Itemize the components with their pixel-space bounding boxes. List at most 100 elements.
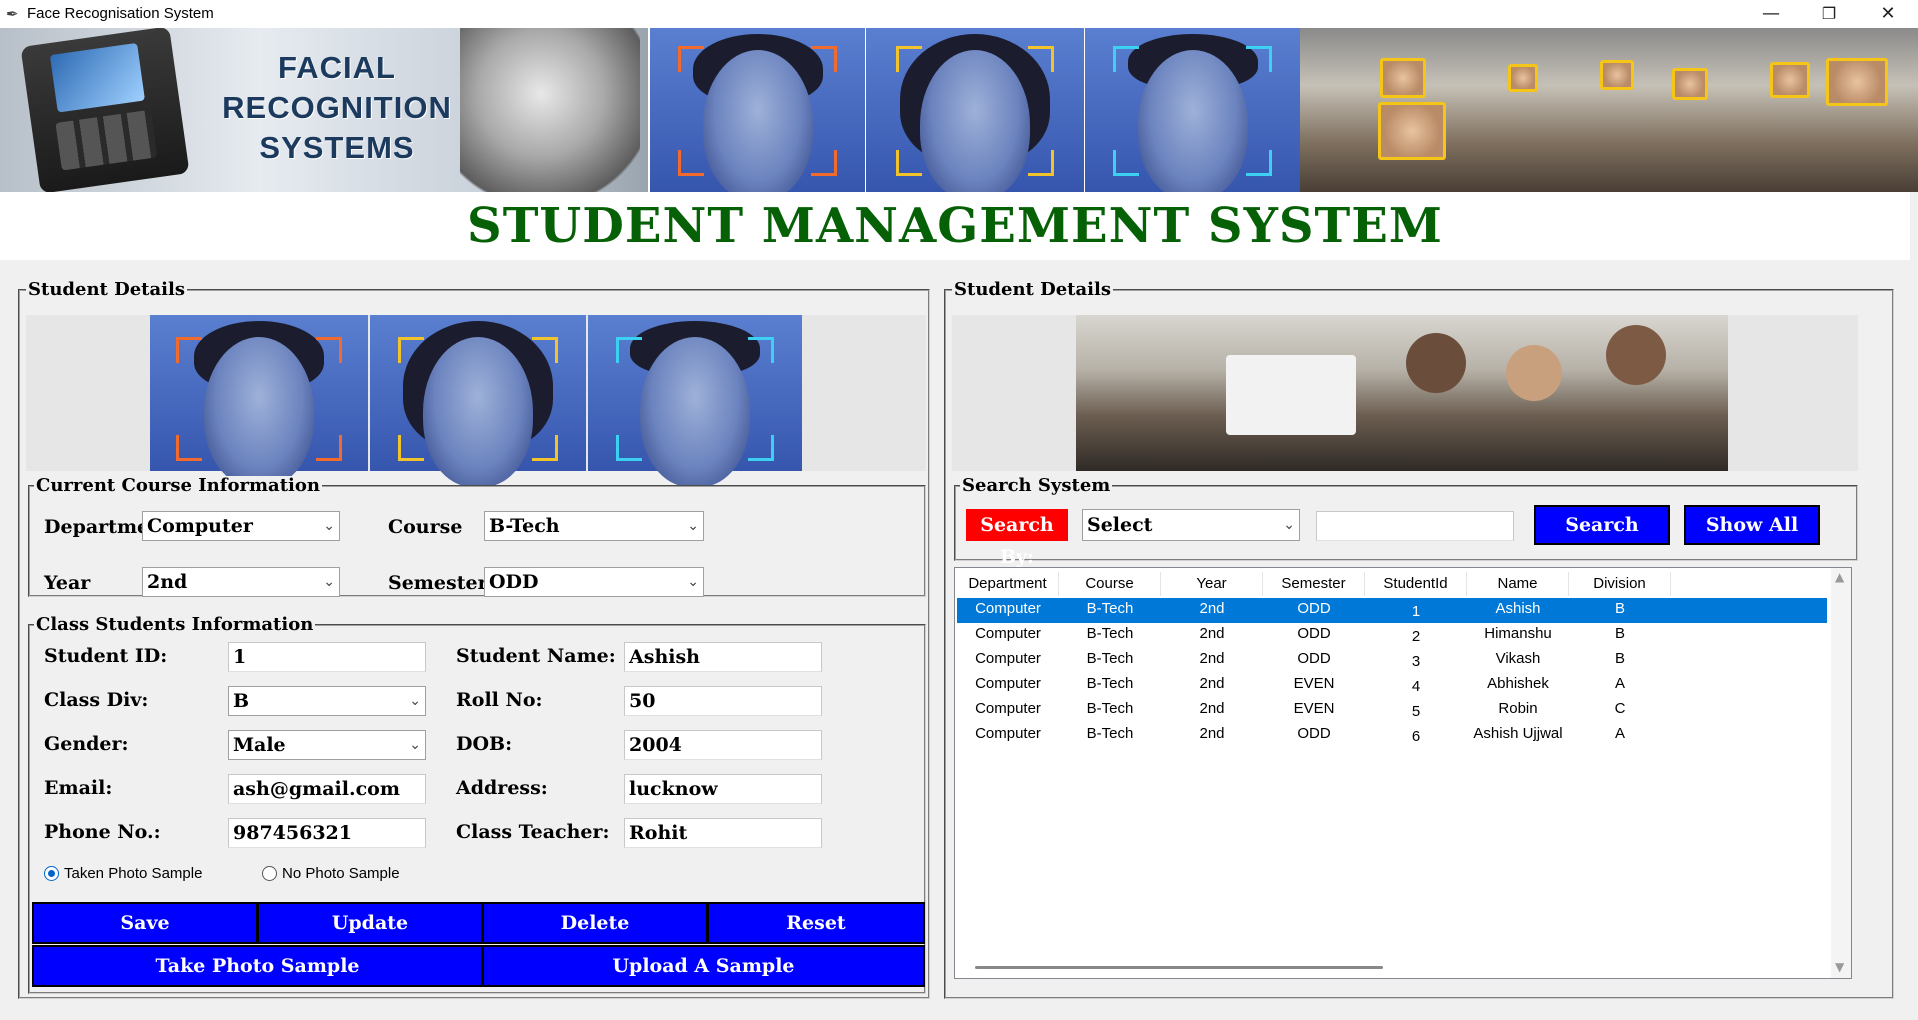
vertical-scrollbar[interactable]: ▲ ▼ bbox=[1831, 568, 1851, 978]
year-value: 2nd bbox=[147, 571, 188, 593]
table-cell: 2nd bbox=[1199, 675, 1225, 692]
table-row[interactable]: Computer B-Tech 2nd ODD 3 Vikash B bbox=[957, 648, 1827, 673]
class-div-dropdown[interactable]: B ⌄ bbox=[228, 686, 426, 716]
student-name-label: Student Name: bbox=[456, 645, 616, 667]
scroll-up-arrow-icon[interactable]: ▲ bbox=[1835, 570, 1844, 584]
year-dropdown[interactable]: 2nd ⌄ bbox=[142, 567, 340, 597]
column-header[interactable]: Semester bbox=[1263, 572, 1365, 596]
search-by-dropdown[interactable]: Select ⌄ bbox=[1082, 509, 1300, 541]
student-id-field[interactable]: 1 bbox=[228, 642, 426, 672]
address-field[interactable]: lucknow bbox=[624, 774, 822, 804]
right-student-details-frame: Student Details Search System Search By:… bbox=[944, 280, 1894, 999]
table-cell: Abhishek bbox=[1487, 675, 1549, 692]
course-info-frame: Current Course Information Department Co… bbox=[28, 476, 926, 597]
dob-field[interactable]: 2004 bbox=[624, 730, 822, 760]
course-value: B-Tech bbox=[489, 515, 560, 537]
mesh-head-image bbox=[460, 28, 640, 192]
restore-button[interactable]: ❐ bbox=[1801, 0, 1857, 28]
semester-label: Semester bbox=[388, 572, 488, 594]
search-system-legend: Search System bbox=[960, 475, 1113, 496]
logo-text: FACIAL RECOGNITION SYSTEMS bbox=[222, 50, 452, 165]
face-scan-image-2 bbox=[866, 28, 1084, 192]
horizontal-scroll-thumb[interactable] bbox=[975, 966, 1383, 969]
search-system-frame: Search System Search By: Select ⌄ Search … bbox=[954, 476, 1858, 568]
semester-dropdown[interactable]: ODD ⌄ bbox=[484, 567, 704, 597]
table-cell: B-Tech bbox=[1086, 675, 1134, 692]
table-cell: EVEN bbox=[1293, 675, 1335, 692]
take-photo-sample-button[interactable]: Take Photo Sample bbox=[32, 945, 483, 987]
upload-sample-button[interactable]: Upload A Sample bbox=[482, 945, 925, 987]
column-header[interactable]: Year bbox=[1161, 572, 1263, 596]
table-cell: B-Tech bbox=[1086, 600, 1134, 617]
table-row[interactable]: Computer B-Tech 2nd ODD 1 Ashish B bbox=[957, 598, 1827, 623]
radio-taken-photo[interactable]: Taken Photo Sample bbox=[44, 864, 202, 884]
table-cell: Robin bbox=[1498, 700, 1538, 717]
face-scan-image-1 bbox=[650, 28, 865, 192]
page-title: STUDENT MANAGEMENT SYSTEM bbox=[467, 198, 1443, 254]
department-value: Computer bbox=[147, 515, 253, 537]
table-cell: Computer bbox=[975, 625, 1041, 642]
column-header[interactable]: Division bbox=[1569, 572, 1671, 596]
table-cell: 4 bbox=[1411, 678, 1421, 695]
semester-value: ODD bbox=[489, 571, 539, 593]
year-label: Year bbox=[44, 572, 91, 594]
student-name-field[interactable]: Ashish bbox=[624, 642, 822, 672]
update-button[interactable]: Update bbox=[257, 902, 483, 944]
horizontal-scrollbar[interactable] bbox=[955, 958, 1831, 978]
table-cell: B bbox=[1614, 600, 1625, 617]
gender-dropdown[interactable]: Male ⌄ bbox=[228, 730, 426, 760]
course-label: Course bbox=[388, 516, 463, 538]
scroll-down-arrow-icon[interactable]: ▼ bbox=[1835, 960, 1844, 974]
window-title-bar: ✒ Face Recognisation System — ❐ ✕ bbox=[0, 0, 1918, 28]
class-teacher-field[interactable]: Rohit bbox=[624, 818, 822, 848]
chevron-down-icon: ⌄ bbox=[1283, 517, 1295, 533]
column-header[interactable]: Course bbox=[1059, 572, 1161, 596]
department-dropdown[interactable]: Computer ⌄ bbox=[142, 511, 340, 541]
table-row[interactable]: Computer B-Tech 2nd ODD 6 Ashish Ujjwal A bbox=[957, 723, 1827, 748]
table-row[interactable]: Computer B-Tech 2nd EVEN 4 Abhishek A bbox=[957, 673, 1827, 698]
delete-button[interactable]: Delete bbox=[482, 902, 708, 944]
class-div-value: B bbox=[233, 690, 250, 712]
table-cell: 3 bbox=[1411, 653, 1421, 670]
table-row[interactable]: Computer B-Tech 2nd EVEN 5 Robin C bbox=[957, 698, 1827, 723]
table-cell: 1 bbox=[1411, 603, 1421, 620]
right-panel-legend: Student Details bbox=[952, 279, 1113, 300]
table-cell: C bbox=[1614, 700, 1626, 717]
radio-no-photo[interactable]: No Photo Sample bbox=[262, 864, 400, 884]
right-image-strip bbox=[952, 315, 1858, 471]
table-cell: Vikash bbox=[1495, 650, 1541, 667]
column-header[interactable]: Name bbox=[1467, 572, 1569, 596]
table-cell: Ashish Ujjwal bbox=[1473, 725, 1563, 742]
reset-button[interactable]: Reset bbox=[707, 902, 925, 944]
close-button[interactable]: ✕ bbox=[1860, 0, 1916, 28]
address-label: Address: bbox=[456, 777, 548, 799]
save-button[interactable]: Save bbox=[32, 902, 258, 944]
column-header[interactable]: Department bbox=[957, 572, 1059, 596]
table-cell: 2nd bbox=[1199, 650, 1225, 667]
left-panel-legend: Student Details bbox=[26, 279, 187, 300]
table-cell: 6 bbox=[1411, 728, 1421, 745]
show-all-button[interactable]: Show All bbox=[1684, 505, 1820, 545]
gender-value: Male bbox=[233, 734, 286, 756]
course-dropdown[interactable]: B-Tech ⌄ bbox=[484, 511, 704, 541]
table-cell: EVEN bbox=[1293, 700, 1335, 717]
table-cell: A bbox=[1614, 725, 1625, 742]
table-row[interactable]: Computer B-Tech 2nd ODD 2 Himanshu B bbox=[957, 623, 1827, 648]
table-cell: 2nd bbox=[1199, 600, 1225, 617]
search-input[interactable] bbox=[1316, 511, 1514, 541]
facial-recognition-logo-image: FACIAL RECOGNITION SYSTEMS bbox=[0, 28, 648, 192]
column-header[interactable]: StudentId bbox=[1365, 572, 1467, 596]
class-div-label: Class Div: bbox=[44, 689, 149, 711]
table-cell: ODD bbox=[1297, 725, 1331, 742]
face-scan-image-3 bbox=[1085, 28, 1300, 192]
minimize-button[interactable]: — bbox=[1743, 0, 1799, 28]
search-by-value: Select bbox=[1087, 514, 1153, 536]
email-field[interactable]: ash@gmail.com bbox=[228, 774, 426, 804]
table-cell: 2nd bbox=[1199, 700, 1225, 717]
roll-no-field[interactable]: 50 bbox=[624, 686, 822, 716]
email-label: Email: bbox=[44, 777, 113, 799]
table-cell: 2nd bbox=[1199, 725, 1225, 742]
phone-field[interactable]: 987456321 bbox=[228, 818, 426, 848]
search-button[interactable]: Search bbox=[1534, 505, 1670, 545]
table-cell: B-Tech bbox=[1086, 725, 1134, 742]
